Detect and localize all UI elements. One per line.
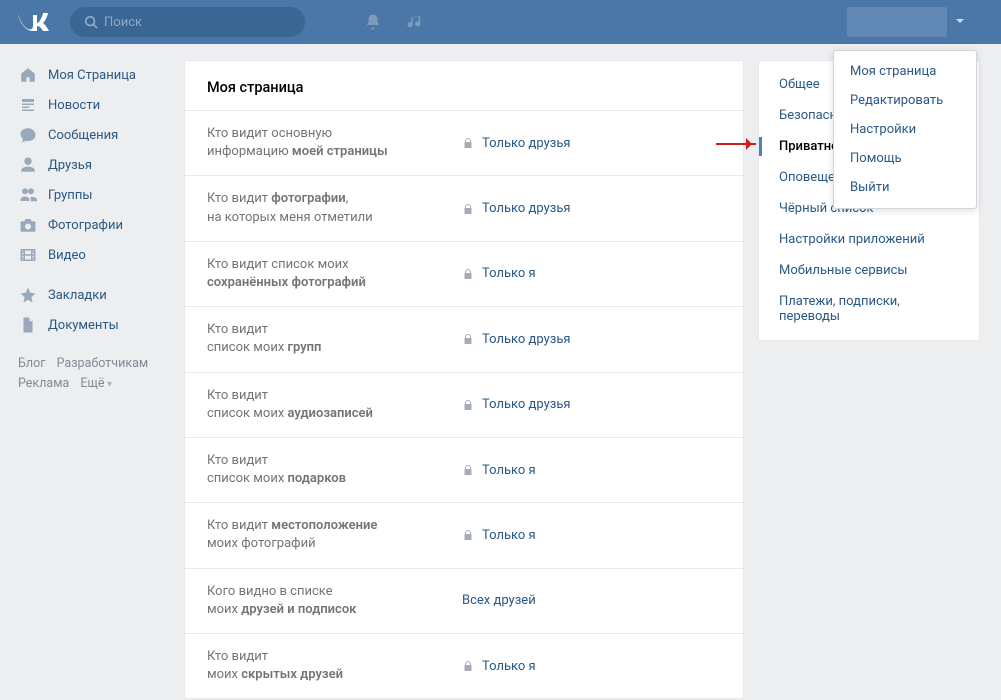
lock-icon [462,660,474,672]
nav-item-label: Друзья [48,158,92,173]
avatar [847,7,947,37]
left-nav: Моя Страница Новости Сообщения Друзья Гр… [12,60,170,699]
nav-item-star[interactable]: Закладки [12,280,170,310]
nav-item-label: Новости [48,98,100,113]
privacy-row-label: Кто видитсписок моих аудиозаписей [207,387,462,423]
nav-item-video[interactable]: Видео [12,240,170,270]
nav-item-user[interactable]: Друзья [12,150,170,180]
page-title: Моя страница [185,61,743,110]
footer-link[interactable]: Реклама [18,376,69,391]
privacy-row-value[interactable]: Только друзья [462,321,571,357]
privacy-row-value[interactable]: Только я [462,256,536,292]
doc-icon [18,315,38,335]
menu-item-2[interactable]: Настройки [834,115,976,144]
tab-7[interactable]: Платежи, подписки, переводы [759,286,979,332]
privacy-row-value[interactable]: Только я [462,452,536,488]
settings-card: Моя страница Кто видит основнуюинформаци… [184,60,744,699]
vk-logo[interactable] [16,11,52,33]
privacy-row-value[interactable]: Только друзья [462,125,571,161]
search-placeholder: Поиск [104,15,142,30]
nav-item-label: Видео [48,248,86,263]
nav-item-news[interactable]: Новости [12,90,170,120]
nav-item-label: Группы [48,188,92,203]
menu-item-4[interactable]: Выйти [834,173,976,202]
search-input[interactable]: Поиск [70,7,305,37]
notifications-icon[interactable] [361,10,385,34]
privacy-row-label: Кто видитмоих скрытых друзей [207,648,462,684]
privacy-row-label: Кто видит фотографии,на которых меня отм… [207,190,462,226]
nav-item-label: Документы [48,318,119,333]
lock-icon [462,268,474,280]
tab-6[interactable]: Мобильные сервисы [759,255,979,286]
privacy-row: Кто видитсписок моих аудиозаписей Только… [185,372,743,437]
nav-item-chat[interactable]: Сообщения [12,120,170,150]
privacy-row: Кто видитсписок моих подарков Только я [185,437,743,502]
home-icon [18,65,38,85]
lock-icon [462,137,474,149]
profile-menu-trigger[interactable] [847,7,985,37]
search-icon [84,15,98,29]
nav-item-label: Моя Страница [48,68,136,83]
nav-item-home[interactable]: Моя Страница [12,60,170,90]
video-icon [18,245,38,265]
menu-item-3[interactable]: Помощь [834,144,976,173]
privacy-row-value[interactable]: Только друзья [462,190,571,226]
nav-item-label: Закладки [48,288,107,303]
nav-item-label: Фотографии [48,218,123,233]
privacy-row-label: Кто видит список моихсохранённых фотогра… [207,256,462,292]
news-icon [18,95,38,115]
privacy-row-label: Кто видитсписок моих групп [207,321,462,357]
privacy-row-value[interactable]: Только друзья [462,387,571,423]
user-icon [18,155,38,175]
privacy-row: Кто видитсписок моих групп Только друзья [185,306,743,371]
chat-icon [18,125,38,145]
nav-footer: Блог Разработчикам Реклама Ещё [12,354,170,394]
nav-item-label: Сообщения [48,128,118,143]
lock-icon [462,464,474,476]
footer-link[interactable]: Разработчикам [57,356,149,371]
privacy-row: Кто видит местоположениемоих фотографий … [185,502,743,567]
privacy-row-label: Кто видит местоположениемоих фотографий [207,517,462,553]
footer-link[interactable]: Блог [18,356,45,371]
lock-icon [462,529,474,541]
nav-item-users[interactable]: Группы [12,180,170,210]
menu-item-1[interactable]: Редактировать [834,86,976,115]
privacy-row-value[interactable]: Всех друзей [462,583,536,619]
camera-icon [18,215,38,235]
star-icon [18,285,38,305]
tab-5[interactable]: Настройки приложений [759,224,979,255]
topbar: Поиск [0,0,1001,44]
privacy-row-label: Кого видно в спискемоих друзей и подписо… [207,583,462,619]
menu-item-0[interactable]: Моя страница [834,57,976,86]
footer-more[interactable]: Ещё [80,376,112,391]
annotation-arrow [716,143,756,145]
music-icon[interactable] [403,10,427,34]
chevron-down-icon [955,15,965,30]
profile-dropdown: Моя страницаРедактироватьНастройкиПомощь… [833,50,977,209]
privacy-row-label: Кто видит основнуюинформацию моей страни… [207,125,462,161]
lock-icon [462,333,474,345]
privacy-row: Кто видит список моихсохранённых фотогра… [185,241,743,306]
privacy-row: Кто видит фотографии,на которых меня отм… [185,175,743,240]
privacy-row: Кто видитмоих скрытых друзей Только я [185,633,743,698]
privacy-row: Кого видно в спискемоих друзей и подписо… [185,568,743,633]
nav-item-doc[interactable]: Документы [12,310,170,340]
lock-icon [462,399,474,411]
privacy-row-label: Кто видитсписок моих подарков [207,452,462,488]
nav-item-camera[interactable]: Фотографии [12,210,170,240]
lock-icon [462,203,474,215]
users-icon [18,185,38,205]
privacy-row: Кто видит основнуюинформацию моей страни… [185,110,743,175]
privacy-row-value[interactable]: Только я [462,517,536,553]
privacy-row-value[interactable]: Только я [462,648,536,684]
